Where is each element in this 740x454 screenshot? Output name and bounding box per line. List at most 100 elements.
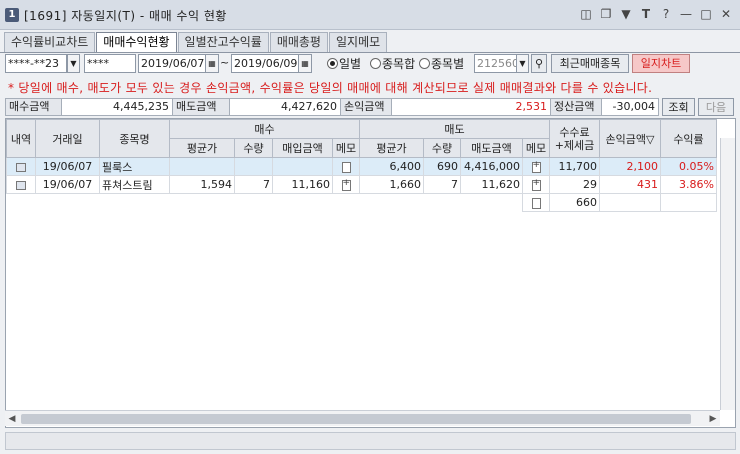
table-row[interactable]: 19/06/07 필룩스 6,400 690 4,416,000 11,700 …: [6, 157, 717, 176]
empty-cell: [599, 193, 661, 212]
sell-memo-cell[interactable]: [522, 157, 550, 176]
radio-daily[interactable]: 일별: [327, 56, 361, 72]
memo-icon: [341, 161, 351, 173]
pnl-cell: 2,100: [599, 157, 661, 176]
next-button[interactable]: 다음: [698, 98, 734, 116]
col-return-rate: 수익률: [660, 119, 717, 158]
row-detail-icon: [16, 162, 26, 172]
pin-icon[interactable]: ▼: [618, 6, 634, 22]
tab-return-compare-chart[interactable]: 수익률비교차트: [4, 32, 96, 52]
account-select[interactable]: ****-**23: [5, 54, 67, 73]
buy-qty-cell: [234, 157, 273, 176]
trade-grid: 내역 거래일 종목명 매수 매도 수수료 +제세금 손익금액▽ 수익률 평균가 …: [5, 118, 736, 428]
sell-qty-cell: 7: [423, 175, 461, 194]
return-rate-cell: 3.86%: [660, 175, 717, 194]
col-sell-avg: 평균가: [359, 138, 424, 158]
query-button[interactable]: 조회: [662, 98, 695, 116]
col-pnl-header[interactable]: 손익금액▽: [599, 119, 661, 158]
maximize-icon[interactable]: □: [698, 6, 714, 22]
vertical-scrollbar[interactable]: [720, 138, 735, 410]
total-fee-cell: 660: [549, 193, 600, 212]
radio-dot-icon: [327, 58, 338, 69]
trade-table: 내역 거래일 종목명 매수 매도 수수료 +제세금 손익금액▽ 수익률 평균가 …: [6, 119, 717, 212]
table-row[interactable]: 19/06/07 퓨쳐스트림 1,594 7 11,160 1,660 7 11…: [6, 175, 717, 194]
query-toolbar: ****-**23 ▼ **** 2019/06/07 ▦ ~ 2019/06/…: [5, 54, 735, 74]
sort-icon: ▽: [646, 132, 655, 146]
col-group-sell: 매도: [359, 119, 550, 139]
row-detail-cell[interactable]: [6, 175, 36, 194]
fee-cell: 29: [549, 175, 600, 194]
calendar-icon[interactable]: ▦: [205, 54, 219, 73]
chevron-down-icon[interactable]: ▼: [516, 54, 529, 73]
tab-bar: 수익률비교차트 매매수익현황 일별잔고수익률 매매총평 일지메모: [4, 32, 388, 53]
return-rate-cell: 0.05%: [660, 157, 717, 176]
radio-dot-icon: [370, 58, 381, 69]
link-icon[interactable]: ◫: [578, 6, 594, 22]
buy-amount-cell: [272, 157, 333, 176]
date-to-input[interactable]: 2019/06/09: [231, 54, 299, 73]
buy-amount-value: 4,445,235: [61, 98, 173, 116]
scroll-right-icon[interactable]: ▶: [707, 413, 719, 425]
buy-avg-cell: [169, 157, 235, 176]
window-title: [1691] 자동일지(T) - 매매 수익 현황: [24, 9, 227, 23]
table-row: 660: [6, 193, 717, 212]
password-field[interactable]: ****: [84, 54, 136, 73]
search-icon[interactable]: ⚲: [531, 54, 547, 73]
buy-memo-cell[interactable]: [332, 175, 360, 194]
row-detail-cell[interactable]: [6, 157, 36, 176]
chevron-down-icon[interactable]: ▼: [67, 54, 80, 73]
buy-avg-cell: 1,594: [169, 175, 235, 194]
col-trade-date: 거래일: [35, 119, 100, 158]
buy-memo-cell[interactable]: [332, 157, 360, 176]
trade-date-cell: 19/06/07: [35, 157, 100, 176]
recent-trade-stocks-button[interactable]: 최근매매종목: [551, 54, 629, 73]
memo-icon: [531, 197, 541, 209]
sell-amount-label: 매도금액: [172, 98, 230, 116]
tab-daily-balance-return[interactable]: 일별잔고수익률: [177, 32, 269, 52]
minimize-icon[interactable]: —: [678, 6, 694, 22]
col-stock-name: 종목명: [99, 119, 170, 158]
buy-amount-label: 매수금액: [5, 98, 62, 116]
col-sell-qty: 수량: [423, 138, 461, 158]
buy-qty-cell: 7: [234, 175, 273, 194]
stock-code-input[interactable]: 212560: [474, 54, 517, 73]
window-number-badge: 1: [5, 8, 19, 22]
sell-memo-cell[interactable]: [522, 175, 550, 194]
close-icon[interactable]: ✕: [718, 6, 734, 22]
tab-journal-memo[interactable]: 일지메모: [328, 32, 388, 52]
col-fee-tax: 수수료 +제세금: [549, 119, 600, 158]
date-from-input[interactable]: 2019/06/07: [138, 54, 206, 73]
scroll-thumb[interactable]: [21, 414, 691, 424]
col-pnl: 손익금액: [605, 132, 646, 146]
copy-window-icon[interactable]: ❐: [598, 6, 614, 22]
scroll-left-icon[interactable]: ◀: [6, 413, 18, 425]
col-detail: 내역: [6, 119, 36, 158]
horizontal-scrollbar[interactable]: ◀ ▶: [5, 410, 720, 426]
fee-cell: 11,700: [549, 157, 600, 176]
row-detail-icon: [16, 180, 26, 190]
date-separator: ~: [220, 56, 230, 69]
settle-amount-label: 정산금액: [550, 98, 602, 116]
journal-chart-button[interactable]: 일지차트: [632, 54, 690, 73]
font-size-icon[interactable]: T: [638, 6, 654, 22]
radio-by-stock-label: 종목별: [431, 57, 465, 71]
empty-cell: [6, 193, 523, 212]
radio-stock-sum[interactable]: 종목합: [370, 56, 415, 72]
status-bar: [5, 432, 736, 450]
buy-amount-cell: 11,160: [272, 175, 333, 194]
tab-trade-profit-status[interactable]: 매매수익현황: [96, 32, 177, 53]
sell-avg-cell: 1,660: [359, 175, 424, 194]
radio-stock-sum-label: 종목합: [382, 57, 416, 71]
memo-icon: [531, 178, 541, 191]
col-sell-amount: 매도금액: [460, 138, 523, 158]
radio-dot-icon: [419, 58, 430, 69]
memo-icon: [341, 178, 351, 191]
radio-by-stock[interactable]: 종목별: [419, 56, 464, 72]
total-memo-cell: [522, 193, 550, 212]
tab-trade-review[interactable]: 매매총평: [269, 32, 328, 52]
sell-amount-cell: 4,416,000: [460, 157, 523, 176]
empty-cell: [660, 193, 717, 212]
calendar-icon[interactable]: ▦: [298, 54, 312, 73]
help-icon[interactable]: ?: [658, 6, 674, 22]
col-sell-memo: 메모: [522, 138, 550, 158]
